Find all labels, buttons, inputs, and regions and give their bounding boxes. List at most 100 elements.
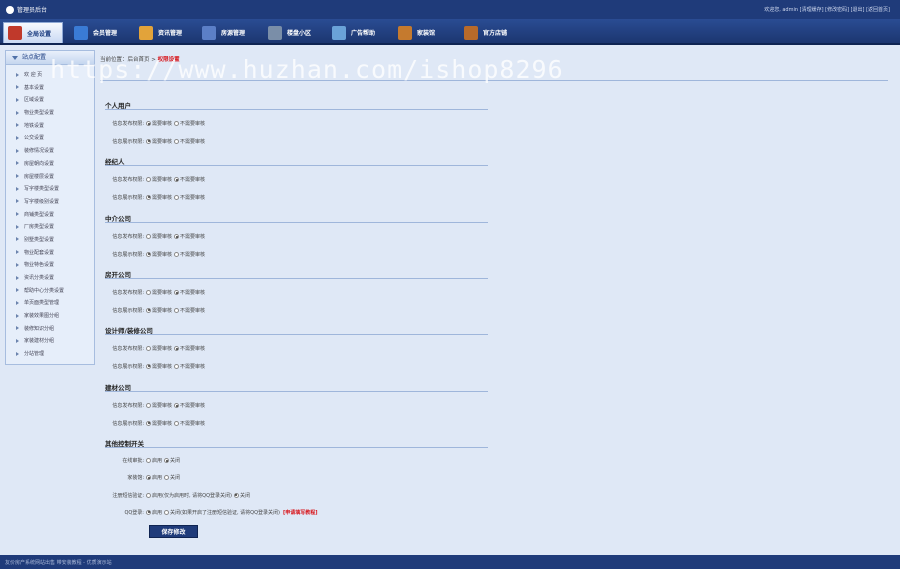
radio-button[interactable] (146, 346, 151, 351)
help-link[interactable]: [申请填写教程] (283, 510, 318, 516)
sidebar-item[interactable]: 写字楼类型设置 (6, 183, 94, 196)
arrow-icon (16, 313, 19, 318)
radio-label[interactable]: 需要审核 (152, 139, 172, 145)
radio-label[interactable]: 不需要审核 (180, 252, 205, 258)
setting-label: 信息发布权限: (112, 234, 144, 240)
radio-label[interactable]: 需要审核 (152, 346, 172, 352)
sidebar-item[interactable]: 写字楼级别设置 (6, 196, 94, 209)
sidebar-item[interactable]: 单页面类型管理 (6, 297, 94, 310)
radio-label[interactable]: 需要审核 (152, 177, 172, 183)
nav-tab-7[interactable]: 官方店铺 (460, 22, 522, 43)
radio-button[interactable] (174, 363, 180, 369)
radio-label[interactable]: 不需要审核 (180, 308, 205, 314)
radio-button[interactable] (146, 121, 151, 126)
radio-label[interactable]: 启用 (152, 510, 162, 516)
radio-button[interactable] (146, 509, 151, 515)
nav-tab-3[interactable]: 房源管理 (198, 22, 260, 43)
radio-button[interactable] (146, 420, 151, 426)
radio-label[interactable]: 需要审核 (152, 403, 172, 409)
radio-button[interactable] (174, 420, 180, 426)
radio-button[interactable] (146, 363, 151, 369)
sidebar-item[interactable]: 家装效果图分组 (6, 310, 94, 323)
radio-button[interactable] (233, 492, 239, 498)
top-links[interactable]: 欢迎您, admin [清理缓存] [修改密码] [退出] [返回首页] (764, 6, 890, 13)
sidebar-item[interactable]: 区域设置 (6, 94, 94, 107)
radio-label[interactable]: 不需要审核 (180, 234, 205, 240)
radio-button[interactable] (164, 475, 170, 481)
radio-label[interactable]: 不需要审核 (180, 364, 205, 370)
radio-button[interactable] (146, 458, 151, 463)
radio-button[interactable] (174, 290, 180, 295)
sidebar-item[interactable]: 装修知识分组 (6, 323, 94, 336)
sidebar-item[interactable]: 别墅类型设置 (6, 234, 94, 247)
radio-label[interactable]: 不需要审核 (180, 177, 205, 183)
radio-label[interactable]: 不需要审核 (180, 121, 205, 127)
radio-button[interactable] (146, 138, 151, 144)
sidebar-item[interactable]: 房屋楼层设置 (6, 171, 94, 184)
radio-button[interactable] (174, 138, 180, 144)
sidebar-item[interactable]: 分站管理 (6, 348, 94, 361)
radio-button[interactable] (174, 403, 180, 408)
sidebar-item[interactable]: 商铺类型设置 (6, 209, 94, 222)
sidebar-item[interactable]: 资讯分类设置 (6, 272, 94, 285)
radio-label[interactable]: 需要审核 (152, 290, 172, 296)
radio-label[interactable]: 不需要审核 (180, 403, 205, 409)
radio-button[interactable] (174, 346, 180, 351)
sidebar-item[interactable]: 厂房类型设置 (6, 221, 94, 234)
radio-label[interactable]: 需要审核 (152, 364, 172, 370)
radio-button[interactable] (146, 177, 151, 182)
radio-button[interactable] (164, 458, 170, 463)
radio-label[interactable]: 启用 (152, 458, 162, 464)
radio-button[interactable] (174, 251, 180, 257)
nav-tab-5[interactable]: 广告帮助 (328, 22, 390, 43)
sidebar-item[interactable]: 地铁设置 (6, 120, 94, 133)
radio-label[interactable]: 不需要审核 (180, 139, 205, 145)
sidebar-item[interactable]: 公交设置 (6, 132, 94, 145)
save-button[interactable]: 保存修改 (149, 525, 198, 538)
radio-label[interactable]: 不需要审核 (180, 346, 205, 352)
radio-button[interactable] (146, 251, 151, 257)
radio-button[interactable] (174, 121, 180, 126)
radio-button[interactable] (146, 475, 151, 481)
radio-label[interactable]: 不需要审核 (180, 195, 205, 201)
radio-button[interactable] (174, 177, 180, 182)
sidebar-item[interactable]: 帮助中心分类设置 (6, 285, 94, 298)
radio-label[interactable]: 不需要审核 (180, 421, 205, 427)
radio-button[interactable] (174, 234, 180, 239)
sidebar-item[interactable]: 物业类型设置 (6, 107, 94, 120)
nav-tab-1[interactable]: 会员管理 (70, 22, 128, 43)
radio-label[interactable]: 需要审核 (152, 421, 172, 427)
radio-label[interactable]: 关闭 (170, 475, 180, 481)
sidebar-item[interactable]: 物业配套设置 (6, 247, 94, 260)
radio-button[interactable] (146, 307, 151, 313)
radio-label[interactable]: 需要审核 (152, 252, 172, 258)
radio-label[interactable]: 启用 (152, 475, 162, 481)
nav-tab-4[interactable]: 楼盘小区 (264, 22, 324, 43)
arrow-icon (16, 338, 19, 343)
nav-tab-2[interactable]: 资讯管理 (135, 22, 195, 43)
radio-label[interactable]: 关闭 (240, 493, 250, 499)
radio-button[interactable] (146, 234, 151, 239)
radio-label[interactable]: 不需要审核 (180, 290, 205, 296)
radio-button[interactable] (146, 194, 151, 200)
sidebar-list: 欢 迎 页基本设置 区域设置 物业类型设置 地铁设置 公交设置 装修情况设置 房屋朝向设置房… (6, 65, 94, 361)
radio-label[interactable]: 启用(仅为启用时, 请将QQ登录关闭) (152, 493, 232, 499)
sidebar-item[interactable]: 家装建材分组 (6, 335, 94, 348)
nav-tab-6[interactable]: 家装馆 (394, 22, 456, 43)
radio-label[interactable]: 关闭 (170, 458, 180, 464)
radio-button[interactable] (146, 492, 151, 498)
nav-tab-0[interactable]: 全局设置 (3, 22, 63, 43)
radio-label[interactable]: 需要审核 (152, 308, 172, 314)
radio-button[interactable] (164, 509, 170, 515)
sidebar-item[interactable]: 装修情况设置 (6, 145, 94, 158)
radio-button[interactable] (146, 290, 151, 295)
radio-label[interactable]: 需要审核 (152, 234, 172, 240)
radio-button[interactable] (146, 403, 151, 408)
radio-button[interactable] (174, 194, 180, 200)
sidebar-item[interactable]: 物业特色设置 (6, 259, 94, 272)
radio-label[interactable]: 关闭(如果开启了注册短信验证, 请将QQ登录关闭) (170, 510, 280, 516)
radio-button[interactable] (174, 307, 180, 313)
sidebar-item[interactable]: 房屋朝向设置 (6, 158, 94, 171)
radio-label[interactable]: 需要审核 (152, 121, 172, 127)
radio-label[interactable]: 需要审核 (152, 195, 172, 201)
